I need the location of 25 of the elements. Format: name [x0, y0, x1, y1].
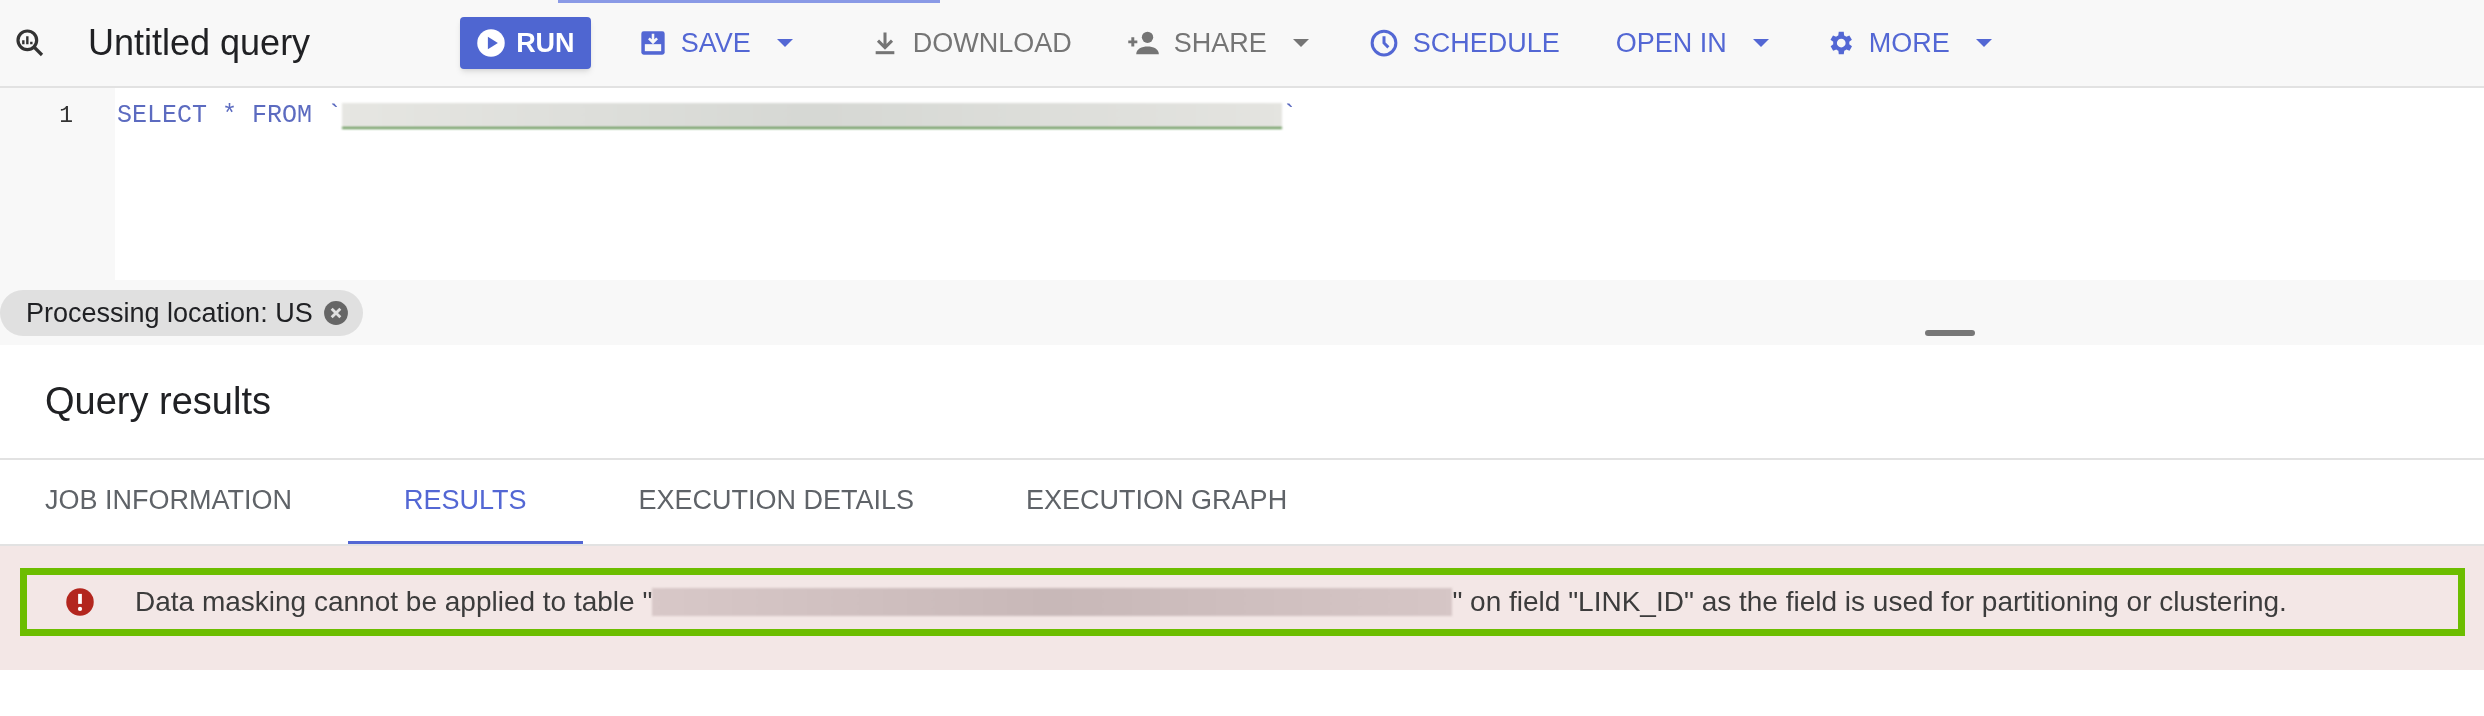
- toolbar-button[interactable]: OPEN IN: [1615, 17, 1769, 69]
- add-person-icon: [1125, 29, 1160, 57]
- error-text: Data masking cannot be applied to table ": [135, 585, 653, 619]
- play-icon: [476, 28, 507, 58]
- code-text: SELECT * FROM `: [117, 100, 343, 133]
- chip-label: Processing location: US: [26, 296, 313, 330]
- query-title: Untitled query: [88, 21, 311, 65]
- code-text: `: [1282, 100, 1298, 133]
- line-number: 1: [59, 102, 73, 131]
- save-icon: [638, 29, 667, 57]
- error-icon: [65, 587, 95, 617]
- run-button[interactable]: RUN: [460, 17, 591, 69]
- results-tab[interactable]: EXECUTION GRAPH: [970, 460, 1344, 544]
- clock-icon: [1368, 28, 1399, 58]
- toolbar-button[interactable]: SCHEDULE: [1368, 17, 1560, 69]
- results-tab[interactable]: EXECUTION DETAILS: [582, 460, 971, 544]
- close-icon[interactable]: [322, 300, 349, 326]
- results-tab[interactable]: JOB INFORMATION: [45, 460, 348, 544]
- toolbar-button[interactable]: MORE: [1824, 17, 1992, 69]
- query-icon: [14, 27, 46, 59]
- results-title: Query results: [45, 379, 271, 424]
- error-text: " on field "LINK_ID" as the field is used for partitioning or clustering.: [1452, 585, 2287, 619]
- toolbar-button[interactable]: SAVE: [638, 17, 793, 69]
- location-chip[interactable]: Processing location: US: [0, 290, 363, 336]
- resize-handle[interactable]: [1925, 330, 1975, 336]
